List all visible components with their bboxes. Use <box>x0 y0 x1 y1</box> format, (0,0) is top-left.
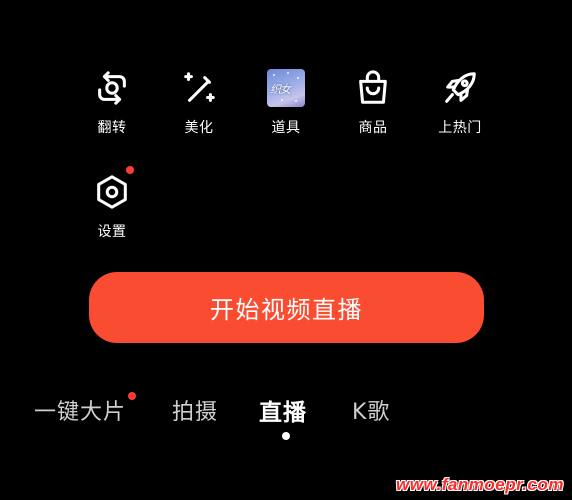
props-thumbnail-text: 织女 <box>270 83 291 96</box>
flip-camera-icon <box>92 68 132 108</box>
mode-tab-badge <box>128 392 136 400</box>
tool-props[interactable]: 织女 道具 <box>248 68 324 137</box>
tool-flip[interactable]: 翻转 <box>74 68 150 137</box>
start-video-live-button[interactable]: 开始视频直播 <box>89 272 484 343</box>
watermark: www.fanmoepr.com <box>396 475 564 494</box>
tool-products-label: 商品 <box>358 120 388 136</box>
mode-tab-one-click-video-label: 一键大片 <box>34 400 127 425</box>
rocket-icon <box>440 68 480 108</box>
mode-tab-karaoke[interactable]: K歌 <box>352 394 390 426</box>
mode-tab-one-click-video[interactable]: 一键大片 <box>34 392 136 426</box>
tool-promote-label: 上热门 <box>438 120 482 136</box>
tool-products[interactable]: 商品 <box>335 68 411 137</box>
tool-flip-label: 翻转 <box>97 120 127 136</box>
magic-wand-icon <box>179 68 219 108</box>
settings-badge <box>126 166 134 174</box>
settings-hex-icon <box>92 166 134 212</box>
mode-tab-shoot[interactable]: 拍摄 <box>172 394 218 426</box>
tool-settings-label: 设置 <box>97 224 127 240</box>
shopping-bag-icon <box>353 68 393 108</box>
tool-beautify[interactable]: 美化 <box>161 68 237 137</box>
tool-props-label: 道具 <box>271 120 301 136</box>
tool-settings[interactable]: 设置 <box>74 166 150 241</box>
mode-tab-live[interactable]: 直播 <box>259 393 307 427</box>
tool-beautify-label: 美化 <box>184 120 214 136</box>
active-tab-indicator <box>282 432 290 440</box>
props-thumbnail-icon: 织女 <box>266 68 306 108</box>
tool-promote[interactable]: 上热门 <box>422 68 498 137</box>
